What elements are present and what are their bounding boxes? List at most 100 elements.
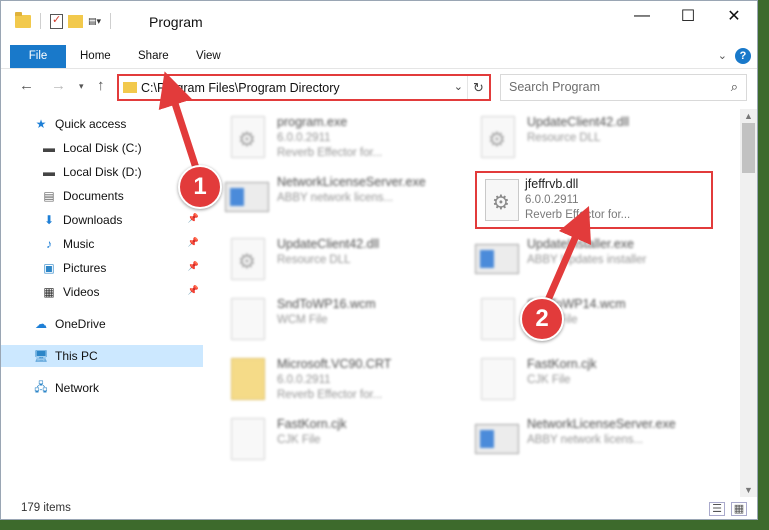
window-title: Program (149, 14, 203, 30)
navigation-pane: ★ Quick access ▬ Local Disk (C:) ▬ Local… (1, 109, 205, 496)
pin-icon[interactable]: 📌 (188, 285, 199, 296)
recent-locations-icon[interactable]: ▾ (79, 81, 84, 92)
file-name: FastKorn.cjk (527, 357, 597, 371)
document-file-icon (481, 298, 515, 340)
pin-icon[interactable]: 📌 (188, 213, 199, 224)
file-detail: ABBY Updates installer (527, 254, 647, 266)
document-file-icon (231, 298, 265, 340)
item-count: 179 items (21, 502, 71, 514)
sidebar-item-network[interactable]: 🖧 Network (1, 377, 203, 399)
music-icon: ♪ (46, 237, 52, 251)
sidebar-item-label: Local Disk (D:) (63, 165, 142, 179)
file-name: UpdateClient42.dll (277, 237, 380, 251)
scroll-down-icon[interactable]: ▼ (744, 485, 753, 495)
up-arrow-icon[interactable]: ↑ (97, 77, 105, 94)
vertical-scrollbar[interactable]: ▲ ▼ (740, 109, 757, 497)
application-icon (225, 182, 269, 212)
sidebar-item-onedrive[interactable]: ☁ OneDrive (1, 313, 203, 335)
file-name: UpdateInstaller.exe (527, 237, 635, 251)
search-icon[interactable]: ⌕ (731, 79, 738, 95)
file-detail: CJK File (277, 434, 321, 446)
sidebar-item-label: OneDrive (55, 317, 106, 331)
sidebar-item-label: Downloads (63, 213, 123, 227)
status-bar: 179 items ☰ ▦ (1, 499, 757, 519)
sidebar-item-local-disk-c[interactable]: ▬ Local Disk (C:) (1, 137, 203, 159)
file-item[interactable]: Microsoft.VC90.CRT 6.0.0.2911 Reverb Eff… (211, 351, 455, 407)
sidebar-item-pictures[interactable]: ▣ Pictures 📌 (1, 257, 203, 279)
file-detail: ABBY network licens... (527, 434, 644, 446)
star-icon: ★ (35, 117, 47, 131)
sidebar-item-documents[interactable]: ▤ Documents (1, 185, 203, 207)
maximize-button[interactable]: ☐ (665, 1, 711, 31)
file-name: program.exe (277, 115, 348, 129)
minimize-button[interactable]: — (619, 1, 665, 31)
tab-home[interactable]: Home (80, 45, 111, 68)
file-name: FastKorn.cjk (277, 417, 347, 431)
file-item[interactable]: program.exe 6.0.0.2911 Reverb Effector f… (211, 109, 455, 165)
file-item[interactable]: UpdateInstaller.exe ABBY Updates install… (461, 231, 705, 287)
expand-ribbon-icon[interactable]: ⌄ (718, 49, 727, 62)
back-arrow-icon[interactable]: ← (19, 77, 34, 94)
sidebar-item-downloads[interactable]: ⬇ Downloads 📌 (1, 209, 203, 231)
file-item[interactable]: UpdateClient42.dll Resource DLL (211, 231, 455, 287)
file-item[interactable]: NetworkLicenseServer.exe ABBY network li… (461, 411, 705, 467)
forward-arrow-icon[interactable]: → (51, 77, 66, 94)
address-path[interactable]: C:\Program Files\Program Directory (141, 81, 340, 95)
download-icon: ⬇ (43, 213, 55, 227)
file-item[interactable]: SndToWP16.wcm WCM File (211, 291, 455, 347)
help-icon[interactable]: ? (735, 48, 751, 64)
file-detail: 6.0.0.2911 (525, 194, 579, 206)
file-item[interactable]: SndToWP14.wcm WCM File (461, 291, 705, 347)
sidebar-item-music[interactable]: ♪ Music 📌 (1, 233, 203, 255)
file-item[interactable]: UpdateClient42.dll Resource DLL (461, 109, 705, 165)
chevron-down-icon[interactable]: ⌄ (454, 80, 463, 93)
scrollbar-thumb[interactable] (742, 123, 755, 173)
toolbar-divider (110, 13, 112, 29)
tiles-view-icon[interactable]: ▦ (731, 502, 747, 516)
sidebar-item-label: Documents (63, 189, 124, 203)
tab-file[interactable]: File (10, 45, 66, 68)
file-item-jfeffrvb-dll[interactable]: jfeffrvb.dll 6.0.0.2911 Reverb Effector … (475, 171, 713, 229)
sidebar-item-local-disk-d[interactable]: ▬ Local Disk (D:) (1, 161, 203, 183)
dll-file-icon (231, 116, 265, 158)
file-detail: WCM File (277, 314, 328, 326)
dll-file-icon (485, 179, 519, 221)
details-view-icon[interactable]: ☰ (709, 502, 725, 516)
file-item[interactable]: FastKorn.cjk CJK File (461, 351, 705, 407)
view-switcher: ☰ ▦ (709, 502, 747, 516)
sidebar-item-label: Quick access (55, 117, 127, 131)
pin-icon[interactable]: 📌 (188, 261, 199, 272)
folder-icon (123, 82, 137, 93)
sidebar-item-label: Pictures (63, 261, 107, 275)
new-folder-icon[interactable] (68, 14, 83, 28)
file-name: SndToWP16.wcm (277, 297, 376, 311)
customize-toolbar-icon[interactable]: ▤▾ (88, 16, 101, 27)
search-box[interactable]: ⌕ (500, 74, 747, 101)
address-bar[interactable]: C:\Program Files\Program Directory ⌄ ↻ (117, 74, 491, 101)
application-icon (475, 244, 519, 274)
dll-file-icon (231, 238, 265, 280)
network-icon: 🖧 (34, 379, 48, 394)
file-detail: Resource DLL (277, 254, 351, 266)
step-badge-1: 1 (178, 165, 222, 209)
sidebar-item-label: Local Disk (C:) (63, 141, 142, 155)
search-input[interactable] (509, 80, 709, 94)
file-item[interactable]: FastKorn.cjk CJK File (211, 411, 455, 467)
sidebar-item-this-pc[interactable]: 🖥 This PC (1, 345, 203, 367)
scroll-up-icon[interactable]: ▲ (744, 111, 753, 121)
application-icon (475, 424, 519, 454)
tab-share[interactable]: Share (138, 45, 169, 68)
file-item[interactable]: NetworkLicenseServer.exe ABBY network li… (211, 169, 455, 225)
sidebar-item-quick-access[interactable]: ★ Quick access (1, 113, 203, 135)
pin-icon[interactable]: 📌 (188, 237, 199, 248)
refresh-icon[interactable]: ↻ (467, 76, 489, 99)
cloud-icon: ☁ (35, 317, 47, 331)
close-button[interactable]: ✕ (711, 1, 757, 31)
sidebar-item-label: This PC (55, 349, 98, 363)
properties-icon[interactable] (50, 13, 63, 29)
file-detail: ABBY network licens... (277, 192, 394, 204)
tab-view[interactable]: View (196, 45, 221, 68)
document-file-icon (231, 418, 265, 460)
sidebar-item-videos[interactable]: ▦ Videos 📌 (1, 281, 203, 303)
document-file-icon (481, 358, 515, 400)
